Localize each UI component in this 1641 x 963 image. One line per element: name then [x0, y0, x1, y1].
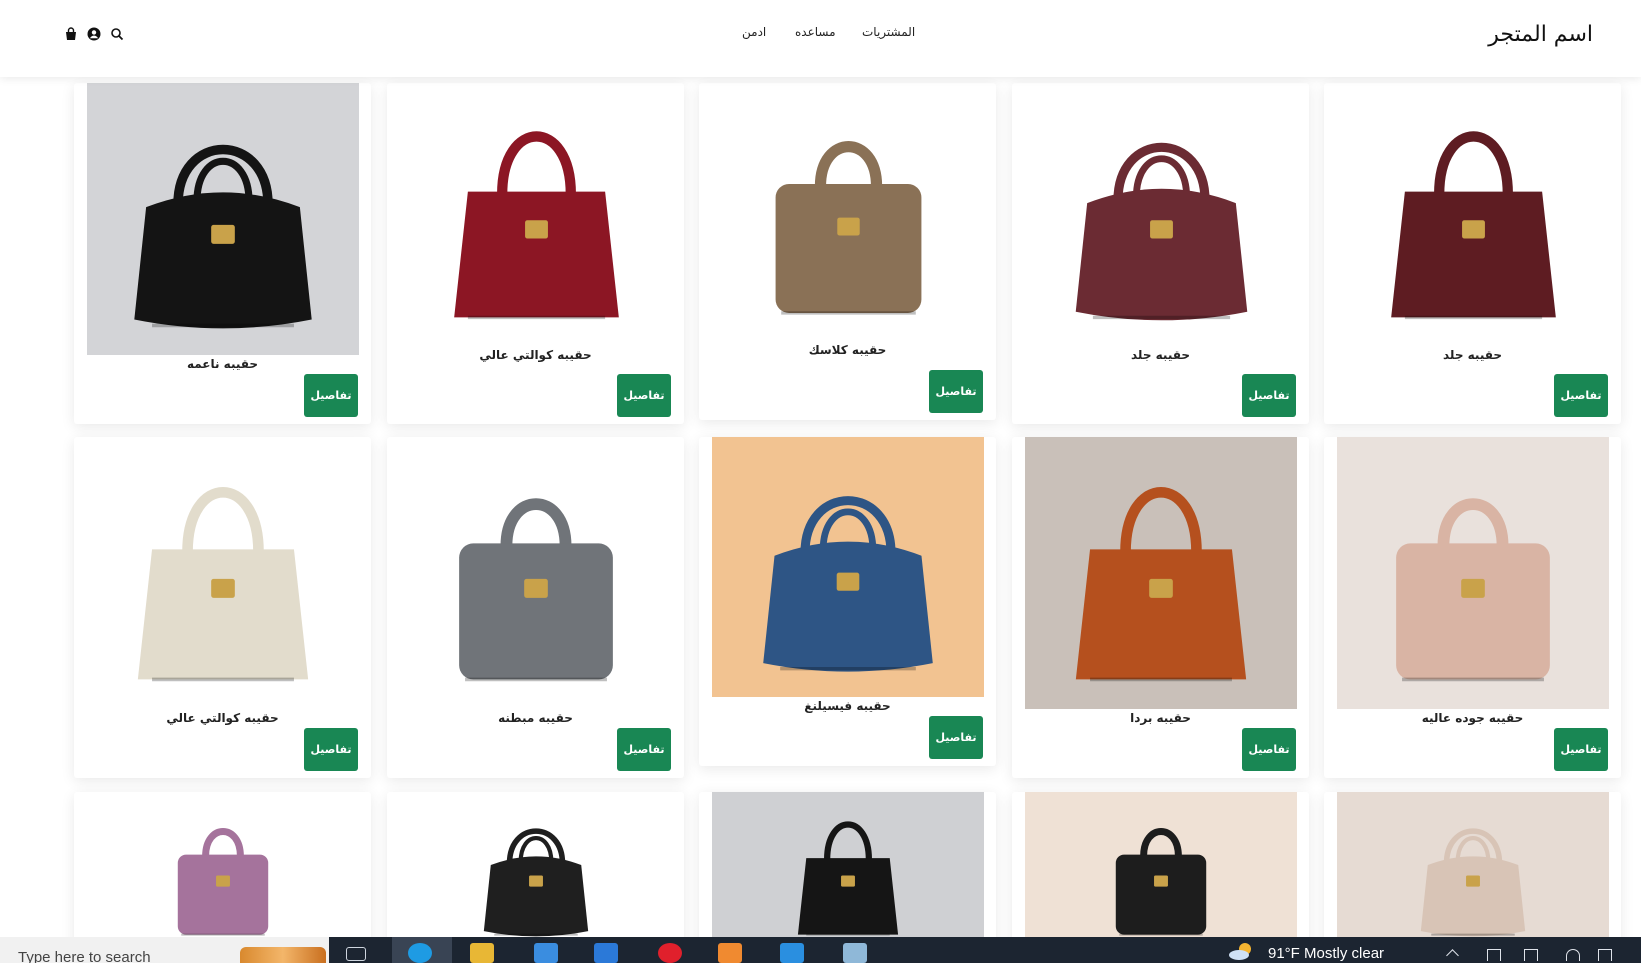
volume-icon[interactable] [1598, 949, 1612, 961]
product-card [387, 792, 684, 952]
product-title: حقيبه كوالتي عالي [166, 711, 279, 725]
product-image[interactable] [87, 437, 359, 709]
weather-text[interactable]: 91°F Mostly clear [1268, 945, 1384, 962]
details-button[interactable]: تفاصيل [1554, 728, 1608, 771]
product-card: حقيبه كوالتي عالي تفاصيل [74, 437, 371, 778]
product-card: حقيبه كلاسك تفاصيل [699, 83, 996, 420]
vscode-icon[interactable] [780, 943, 804, 963]
details-button[interactable]: تفاصيل [929, 716, 983, 759]
site-header: اسم المتجر المشتريات مساعده ادمن [0, 0, 1641, 77]
product-title: حقيبه جلد [1130, 348, 1190, 362]
details-button[interactable]: تفاصيل [1242, 728, 1296, 771]
windows-taskbar: Type here to search 91°F Mostly clear [0, 937, 1641, 963]
details-button[interactable]: تفاصيل [1554, 374, 1608, 417]
main-nav: المشتريات مساعده ادمن [0, 25, 1641, 45]
product-image[interactable] [707, 83, 990, 341]
wifi-icon[interactable] [1566, 949, 1580, 961]
product-card: حقيبه جلد تفاصيل [1324, 83, 1621, 424]
product-title: حقيبه فيسيلنغ [804, 699, 891, 713]
task-view-icon[interactable] [346, 947, 366, 961]
product-title: حقيبه بردا [1130, 711, 1191, 725]
product-title: حقيبه كلاسك [808, 343, 887, 357]
store-icon[interactable] [534, 943, 558, 963]
chevron-up-icon[interactable] [1446, 949, 1459, 962]
product-image[interactable] [712, 792, 984, 952]
mail-icon[interactable] [594, 943, 618, 963]
product-image[interactable] [87, 83, 359, 355]
product-image[interactable] [87, 792, 359, 952]
nav-admin[interactable]: ادمن [742, 25, 766, 39]
nav-purchases[interactable]: المشتريات [862, 25, 915, 39]
product-card: حقيبه كوالتي عالي تفاصيل [387, 83, 684, 424]
opera-icon[interactable] [658, 943, 682, 963]
nav-help[interactable]: مساعده [795, 25, 836, 39]
search-highlight-image [240, 947, 326, 963]
details-button[interactable]: تفاصيل [617, 728, 671, 771]
product-card [1324, 792, 1621, 952]
product-card: حقيبه بردا تفاصيل [1012, 437, 1309, 778]
product-image[interactable] [1025, 437, 1297, 709]
product-card: حقيبه ناعمه تفاصيل [74, 83, 371, 424]
header-icons [64, 27, 124, 41]
product-card [74, 792, 371, 952]
product-title: حقيبه جلد [1442, 348, 1502, 362]
product-image[interactable] [400, 792, 672, 952]
product-image[interactable] [712, 437, 984, 697]
product-image[interactable] [395, 83, 678, 346]
product-image[interactable] [1337, 437, 1609, 709]
details-button[interactable]: تفاصيل [1242, 374, 1296, 417]
xampp-icon[interactable] [718, 943, 742, 963]
search-icon[interactable] [110, 27, 124, 41]
tray-icon[interactable] [1487, 949, 1501, 961]
file-explorer-icon[interactable] [470, 943, 494, 963]
product-title: حقيبه ناعمه [186, 357, 259, 371]
details-button[interactable]: تفاصيل [304, 728, 358, 771]
details-button[interactable]: تفاصيل [304, 374, 358, 417]
product-image[interactable] [1020, 83, 1303, 346]
details-button[interactable]: تفاصيل [617, 374, 671, 417]
product-title: حقيبه كوالتي عالي [479, 348, 592, 362]
product-title: حقيبه جوده عاليه [1421, 711, 1524, 725]
product-image[interactable] [400, 437, 672, 709]
product-image[interactable] [1337, 792, 1609, 952]
details-button[interactable]: تفاصيل [929, 370, 983, 413]
product-card: حقيبه فيسيلنغ تفاصيل [699, 437, 996, 766]
product-title: حقيبه مبطنه [498, 711, 573, 725]
product-card [1012, 792, 1309, 952]
app-icon[interactable] [843, 943, 867, 963]
product-image[interactable] [1025, 792, 1297, 952]
product-card: حقيبه مبطنه تفاصيل [387, 437, 684, 778]
product-image[interactable] [1332, 83, 1615, 346]
edge-icon[interactable] [408, 943, 432, 963]
user-icon[interactable] [87, 27, 101, 41]
weather-icon [1229, 943, 1251, 960]
shopping-bag-icon[interactable] [64, 27, 78, 41]
product-card: حقيبه جوده عاليه تفاصيل [1324, 437, 1621, 778]
product-card: حقيبه جلد تفاصيل [1012, 83, 1309, 424]
tray-icon[interactable] [1524, 949, 1538, 961]
product-card [699, 792, 996, 952]
